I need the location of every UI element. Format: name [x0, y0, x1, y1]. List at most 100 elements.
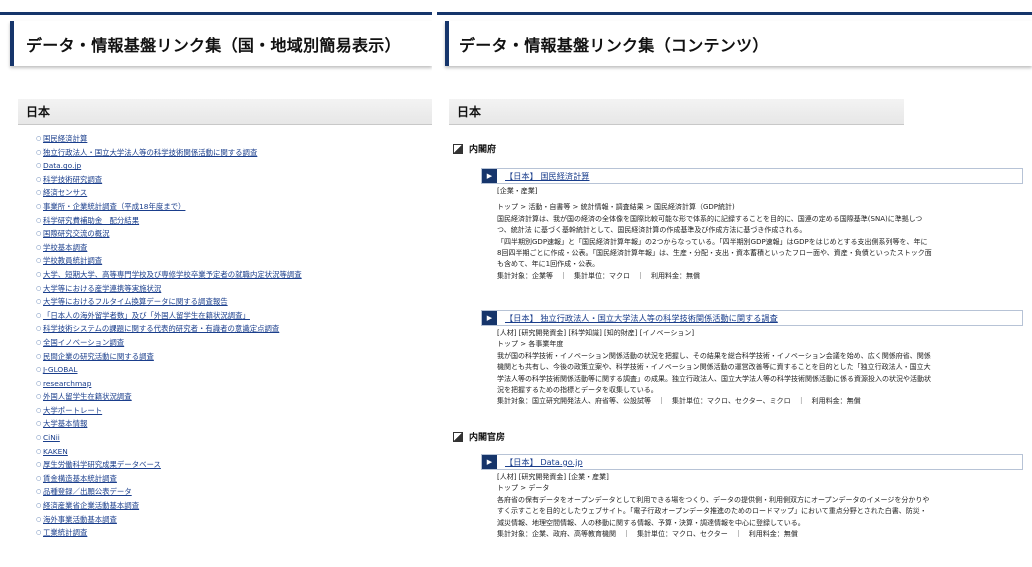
section-header: 日本 [449, 99, 904, 125]
list-item: ○ J-GLOBAL [36, 363, 302, 377]
entry-title-link[interactable]: 【日本】 独立行政法人・国立大学法人等の科学技術関係活動に関する調査 [505, 312, 778, 324]
list-item: ○ 賃金構造基本統計調査 [36, 472, 302, 486]
page-title: データ・情報基盤リンク集（国・地域別簡易表示） [26, 35, 401, 55]
list-item-link[interactable]: 賃金構造基本統計調査 [43, 472, 117, 486]
list-item-link[interactable]: 海外事業活動基本調査 [43, 513, 117, 527]
entry-desc-line: 機関とも共有し、今後の政策立案や、科学技術・イノベーション関係活動の運営改善等に… [497, 363, 931, 372]
list-item-link[interactable]: 工業統計調査 [43, 526, 87, 540]
list-item: ○ 独立行政法人・国立大学法人等の科学技術関係活動に関する調査 [36, 146, 302, 160]
list-item: ○ 厚生労働科学研究成果データベース [36, 458, 302, 472]
circle-bullet-icon: ○ [36, 189, 42, 197]
top-rule [0, 12, 432, 15]
list-item-link[interactable]: 大学等における産学連携等実施状況 [43, 282, 161, 296]
list-item: ○ 大学ポートレート [36, 404, 302, 418]
entry-desc-line: 我が国の科学技術・イノベーション関係活動の状況を把握し、その結果を総合科学技術・… [497, 351, 931, 360]
list-item-link[interactable]: researchmap [43, 377, 91, 391]
circle-bullet-icon: ○ [36, 216, 42, 224]
list-item: ○ 国際研究交流の概況 [36, 227, 302, 241]
org-name: 内閣府 [469, 145, 497, 155]
list-item: ○ 科学技術システムの課題に関する代表的研究者・有識者の意識定点調査 [36, 322, 302, 336]
list-item: ○ 学校教員統計調査 [36, 254, 302, 268]
entry-path: トップ > 活動・自書等 > 統計情報・調査結果 > 国民経済計算（GDP統計) [497, 203, 735, 212]
circle-bullet-icon: ○ [36, 515, 42, 523]
circle-bullet-icon: ○ [36, 352, 42, 360]
circle-bullet-icon: ○ [36, 447, 42, 455]
entry-desc-line: 「四半期別GDP速報」と「国民経済計算年報」の2つからなっている。「四半期別GD… [497, 237, 928, 246]
circle-bullet-icon: ○ [36, 325, 42, 333]
arrow-right-icon: ▶ [482, 455, 497, 469]
circle-bullet-icon: ○ [36, 311, 42, 319]
list-item: ○ 民間企業の研究活動に関する調査 [36, 350, 302, 364]
entry-body: [人材] [研究開発資金] [科学知識] [知的財産] [イノベーション] トッ… [497, 328, 1025, 408]
square-bullet-icon [453, 431, 463, 442]
list-item-link[interactable]: 経済センサス [43, 186, 87, 200]
list-item: ○ 事業所・企業統計調査（平成18年度まで） [36, 200, 302, 214]
link-list: ○ 国民経済計算 ○ 独立行政法人・国立大学法人等の科学技術関係活動に関する調査 ○ Da… [36, 132, 302, 540]
page-title: データ・情報基盤リンク集（コンテンツ） [459, 35, 769, 55]
page-title-box: データ・情報基盤リンク集（国・地域別簡易表示） [10, 21, 432, 66]
list-item: ○ 「日本人の海外留学者数」及び「外国人留学生在籍状況調査」 [36, 309, 302, 323]
list-item-link[interactable]: 「日本人の海外留学者数」及び「外国人留学生在籍状況調査」 [43, 309, 250, 323]
circle-bullet-icon: ○ [36, 434, 42, 442]
circle-bullet-icon: ○ [36, 461, 42, 469]
circle-bullet-icon: ○ [36, 230, 42, 238]
list-item-link[interactable]: 大学、短期大学、高等専門学校及び専修学校卒業予定者の就職内定状況等調査 [43, 268, 302, 282]
list-item-link[interactable]: 学校基本調査 [43, 241, 87, 255]
entry-tags: [人材] [研究開発資金] [企業・産業] [497, 473, 609, 481]
entry-title-bar: ▶ 【日本】 独立行政法人・国立大学法人等の科学技術関係活動に関する調査 [481, 310, 1023, 326]
page-title-box: データ・情報基盤リンク集（コンテンツ） [445, 21, 1032, 66]
entry-title-link[interactable]: 【日本】 国民経済計算 [505, 170, 589, 182]
list-item-link[interactable]: 全国イノベーション調査 [43, 336, 124, 350]
entry-tags: [人材] [研究開発資金] [科学知識] [知的財産] [イノベーション] [497, 329, 695, 337]
list-item-link[interactable]: 独立行政法人・国立大学法人等の科学技術関係活動に関する調査 [43, 146, 257, 160]
list-item-link[interactable]: KAKEN [43, 445, 68, 459]
list-item-link[interactable]: 国際研究交流の概況 [43, 227, 110, 241]
list-item: ○ KAKEN [36, 445, 302, 459]
circle-bullet-icon: ○ [36, 298, 42, 306]
list-item: ○ 大学、短期大学、高等専門学校及び専修学校卒業予定者の就職内定状況等調査 [36, 268, 302, 282]
list-item-link[interactable]: 民間企業の研究活動に関する調査 [43, 350, 154, 364]
list-item-link[interactable]: 学校教員統計調査 [43, 254, 102, 268]
circle-bullet-icon: ○ [36, 243, 42, 251]
circle-bullet-icon: ○ [36, 175, 42, 183]
entry-meta: 集計対象：国立研究開発法人、府省等、公設試等 ｜ 集計単位：マクロ、セクター、ミ… [497, 397, 861, 406]
list-item-link[interactable]: Data.go.jp [43, 159, 81, 173]
right-pane: データ・情報基盤リンク集（コンテンツ） 日本 内閣府 ▶ 【日本】 国民経済計算… [437, 0, 1032, 567]
list-item: ○ 科学研究費補助金 配分結果 [36, 214, 302, 228]
circle-bullet-icon: ○ [36, 393, 42, 401]
entry-title-bar: ▶ 【日本】 国民経済計算 [481, 168, 1023, 184]
entry-desc-line: 況を把握するための指標とデータを収集している。 [497, 386, 658, 395]
list-item-link[interactable]: 科学技術システムの課題に関する代表的研究者・有識者の意識定点調査 [43, 322, 279, 336]
circle-bullet-icon: ○ [36, 135, 42, 142]
org-name: 内閣官房 [469, 433, 506, 443]
list-item: ○ 工業統計調査 [36, 526, 302, 540]
section-title: 日本 [26, 105, 51, 119]
list-item-link[interactable]: 経済産業省企業活動基本調査 [43, 499, 139, 513]
entry-desc-line: つ、統計法 に基づく基幹統計として、国民経済計算の作成基準及び作成方法に基づき作… [497, 226, 807, 235]
entry-title-link[interactable]: 【日本】 Data.go.jp [505, 456, 583, 468]
list-item-link[interactable]: 大学基本情報 [43, 417, 87, 431]
list-item-link[interactable]: CiNii [43, 431, 60, 445]
list-item-link[interactable]: 大学等におけるフルタイム換算データに関する調査報告 [43, 295, 228, 309]
list-item-link[interactable]: 品種登録／出願公表データ [43, 485, 132, 499]
list-item-link[interactable]: 国民経済計算 [43, 132, 87, 146]
list-item-link[interactable]: J-GLOBAL [43, 363, 78, 377]
list-item-link[interactable]: 事業所・企業統計調査（平成18年度まで） [43, 200, 185, 214]
list-item: ○ 経済産業省企業活動基本調査 [36, 499, 302, 513]
list-item: ○ 海外事業活動基本調査 [36, 513, 302, 527]
circle-bullet-icon: ○ [36, 488, 42, 496]
circle-bullet-icon: ○ [36, 379, 42, 387]
entry-meta: 集計対象：企業、政府、高等教育機関 ｜ 集計単位：マクロ、セクター ｜ 利用料金… [497, 530, 798, 539]
list-item-link[interactable]: 科学研究費補助金 配分結果 [43, 214, 139, 228]
entry-desc-line: 8回四半期ごとに作成・公表。「国民経済計算年報」は、生産・分配・支出・資本蓄積と… [497, 249, 932, 258]
list-item: ○ CiNii [36, 431, 302, 445]
org-heading: 内閣府 [453, 142, 496, 155]
entry-body: [企業・産業] トップ > 活動・自書等 > 統計情報・調査結果 > 国民経済計… [497, 186, 1025, 282]
list-item: ○ 科学技術研究調査 [36, 173, 302, 187]
list-item-link[interactable]: 厚生労働科学研究成果データベース [43, 458, 161, 472]
circle-bullet-icon: ○ [36, 162, 42, 170]
list-item-link[interactable]: 外国人留学生在籍状況調査 [43, 390, 132, 404]
list-item-link[interactable]: 大学ポートレート [43, 404, 102, 418]
list-item-link[interactable]: 科学技術研究調査 [43, 173, 102, 187]
circle-bullet-icon: ○ [36, 338, 42, 346]
